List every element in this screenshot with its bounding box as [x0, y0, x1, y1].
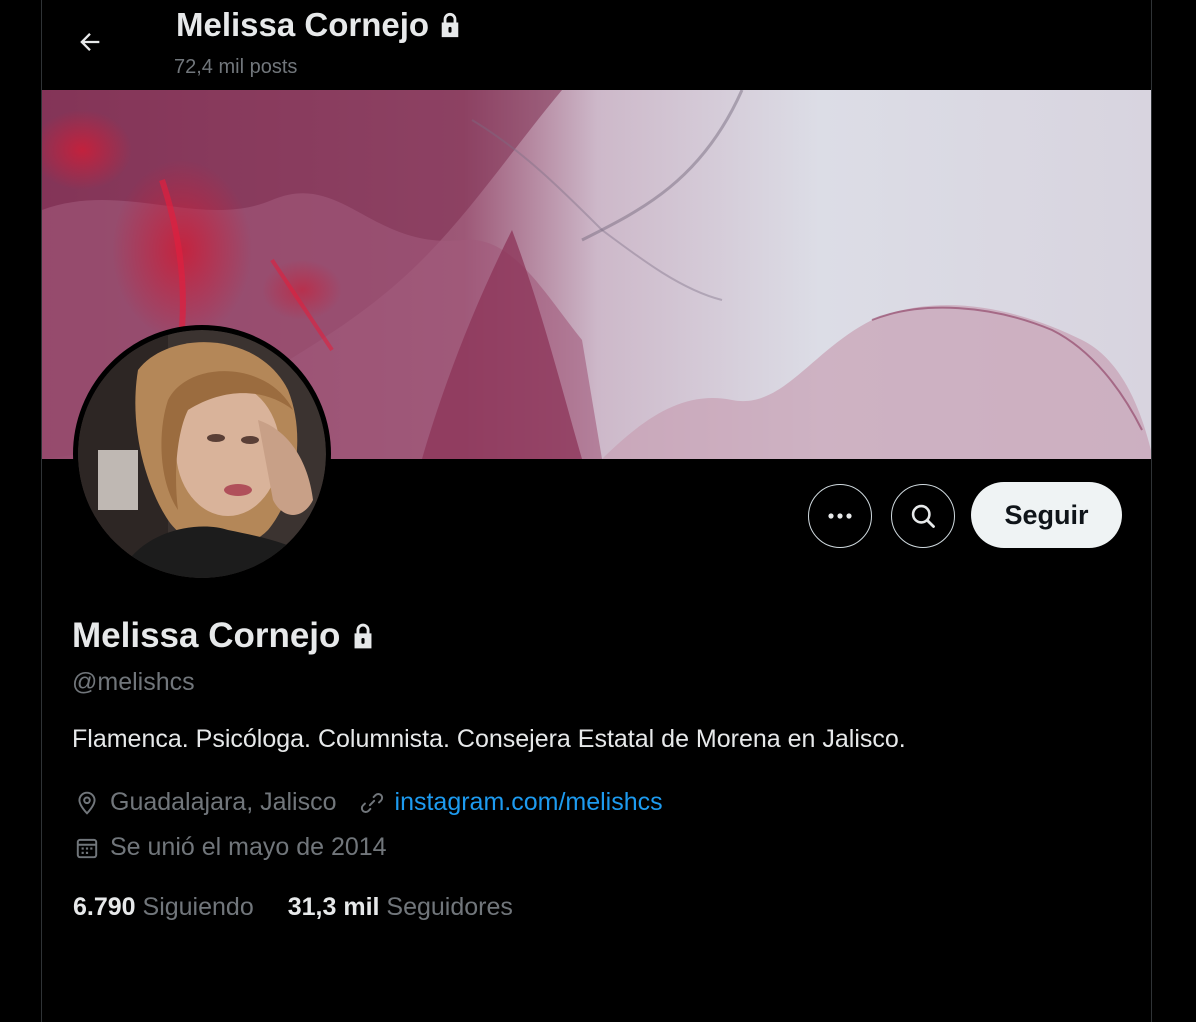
profile-joined: Se unió el mayo de 2014 [74, 833, 387, 862]
profile-display-name: Melissa Cornejo [72, 616, 376, 656]
profile-website[interactable]: instagram.com/melishcs [359, 788, 663, 817]
profile-column: Melissa Cornejo 72,4 mil posts Seguir Me… [41, 0, 1152, 1022]
location-pin-icon [78, 791, 96, 815]
profile-joined-row: Se unió el mayo de 2014 [74, 833, 387, 862]
profile-bio: Flamenca. Psicóloga. Columnista. Conseje… [72, 725, 906, 753]
location-text: Guadalajara, Jalisco [110, 788, 337, 816]
profile-header-bar: Melissa Cornejo 72,4 mil posts [42, 0, 1151, 90]
website-link[interactable]: instagram.com/melishcs [395, 788, 663, 817]
lock-icon [354, 623, 372, 649]
profile-stats: 6.790 Siguiendo 31,3 mil Seguidores [73, 893, 513, 922]
more-options-button[interactable] [808, 484, 872, 548]
profile-handle: @melishcs [72, 668, 195, 696]
calendar-icon [76, 838, 98, 858]
profile-name: Melissa Cornejo [72, 616, 341, 655]
followers-count: 31,3 mil [287, 893, 380, 921]
profile-meta-row: Guadalajara, Jalisco instagram.com/melis… [74, 788, 663, 817]
header-name: Melissa Cornejo [176, 6, 430, 43]
header-title: Melissa Cornejo [176, 6, 463, 44]
more-icon [828, 513, 852, 519]
search-profile-button[interactable] [891, 484, 955, 548]
following-count: 6.790 [73, 893, 136, 921]
search-icon [911, 504, 935, 528]
joined-text: Se unió el mayo de 2014 [110, 833, 387, 861]
followers-label: Seguidores [386, 893, 513, 921]
followers-link[interactable]: 31,3 mil Seguidores [288, 893, 513, 922]
profile-location: Guadalajara, Jalisco [74, 788, 337, 817]
lock-icon [441, 12, 459, 38]
following-link[interactable]: 6.790 Siguiendo [73, 893, 254, 922]
follow-button[interactable]: Seguir [971, 482, 1122, 548]
arrow-left-icon [80, 33, 100, 51]
following-label: Siguiendo [142, 893, 254, 921]
back-button[interactable] [68, 20, 112, 64]
link-icon [360, 792, 383, 813]
profile-avatar[interactable] [73, 325, 331, 583]
header-post-count: 72,4 mil posts [174, 56, 298, 78]
